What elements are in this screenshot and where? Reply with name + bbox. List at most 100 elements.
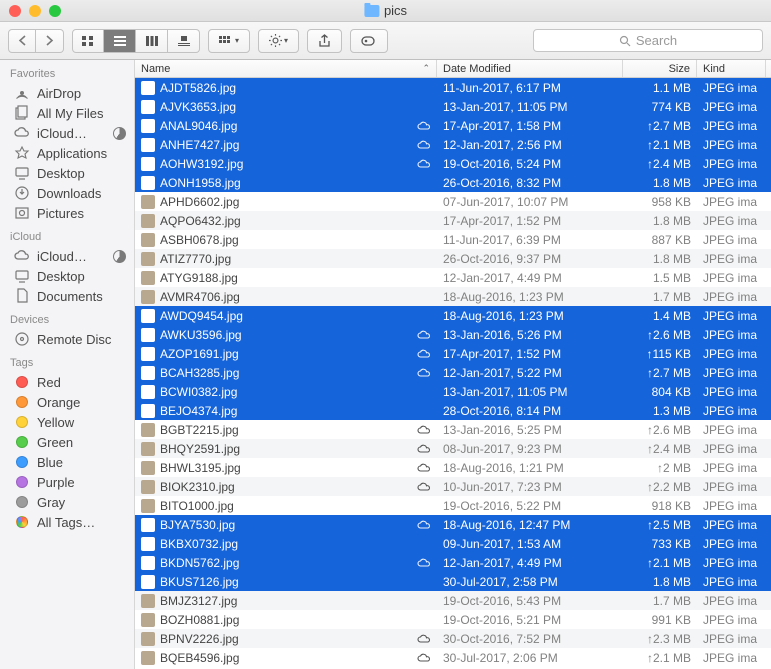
search-field[interactable]: Search — [533, 29, 763, 52]
sidebar-item-label: Blue — [37, 455, 63, 470]
file-row[interactable]: AJVK3653.jpg13-Jan-2017, 11:05 PM774 KBJ… — [135, 97, 771, 116]
sidebar-heading-tags: Tags — [0, 349, 134, 372]
file-row[interactable]: AJDT5826.jpg11-Jun-2017, 6:17 PM1.1 MBJP… — [135, 78, 771, 97]
file-row[interactable]: ATIZ7770.jpg26-Oct-2016, 9:37 PM1.8 MBJP… — [135, 249, 771, 268]
sidebar-item[interactable]: Desktop — [0, 163, 134, 183]
file-date: 12-Jan-2017, 4:49 PM — [437, 271, 623, 285]
file-row[interactable]: BHQY2591.jpg08-Jun-2017, 9:23 PM↑ 2.4 MB… — [135, 439, 771, 458]
icon-view-button[interactable] — [72, 29, 104, 53]
file-row[interactable]: BHWL3195.jpg18-Aug-2016, 1:21 PM↑ 2 MBJP… — [135, 458, 771, 477]
sidebar-item[interactable]: iCloud… — [0, 123, 134, 143]
file-row[interactable]: APHD6602.jpg07-Jun-2017, 10:07 PM958 KBJ… — [135, 192, 771, 211]
file-date: 10-Jun-2017, 7:23 PM — [437, 480, 623, 494]
file-row[interactable]: BOZH0881.jpg19-Oct-2016, 5:21 PM991 KBJP… — [135, 610, 771, 629]
file-size: ↑ 2.2 MB — [623, 480, 697, 494]
file-size: ↑ 2.6 MB — [623, 423, 697, 437]
file-size: 804 KB — [623, 385, 697, 399]
sidebar-item[interactable]: Applications — [0, 143, 134, 163]
file-name: BJYA7530.jpg — [160, 518, 235, 532]
file-row[interactable]: BQEB4596.jpg30-Jul-2017, 2:06 PM↑ 2.1 MB… — [135, 648, 771, 667]
file-size: 991 KB — [623, 613, 697, 627]
sidebar-item[interactable]: AirDrop — [0, 83, 134, 103]
minimize-button[interactable] — [29, 5, 41, 17]
file-row[interactable]: BKUS7126.jpg30-Jul-2017, 2:58 PM1.8 MBJP… — [135, 572, 771, 591]
file-row[interactable]: BJYA7530.jpg18-Aug-2016, 12:47 PM↑ 2.5 M… — [135, 515, 771, 534]
file-kind: JPEG ima — [697, 594, 766, 608]
file-row[interactable]: BCWI0382.jpg13-Jan-2017, 11:05 PM804 KBJ… — [135, 382, 771, 401]
arrange-button[interactable]: ▾ — [208, 29, 250, 53]
column-name[interactable]: Name⌃ — [135, 60, 437, 77]
sidebar-item[interactable]: Pictures — [0, 203, 134, 223]
share-button[interactable] — [307, 29, 342, 53]
sidebar-item[interactable]: Red — [0, 372, 134, 392]
sidebar-item[interactable]: All Tags… — [0, 512, 134, 532]
file-row[interactable]: BKBX0732.jpg09-Jun-2017, 1:53 AM733 KBJP… — [135, 534, 771, 553]
file-thumbnail-icon — [141, 442, 155, 456]
file-name: BMJZ3127.jpg — [160, 594, 237, 608]
tags-button[interactable] — [350, 29, 388, 53]
column-kind[interactable]: Kind — [697, 60, 766, 77]
file-row[interactable]: BEJO4374.jpg28-Oct-2016, 8:14 PM1.3 MBJP… — [135, 401, 771, 420]
file-size: 1.1 MB — [623, 81, 697, 95]
upload-arrow-icon: ↑ — [647, 556, 653, 570]
file-date: 26-Oct-2016, 9:37 PM — [437, 252, 623, 266]
file-row[interactable]: BPNV2226.jpg30-Oct-2016, 7:52 PM↑ 2.3 MB… — [135, 629, 771, 648]
file-kind: JPEG ima — [697, 100, 766, 114]
sidebar-item[interactable]: All My Files — [0, 103, 134, 123]
file-row[interactable]: AQPO6432.jpg17-Apr-2017, 1:52 PM1.8 MBJP… — [135, 211, 771, 230]
file-row[interactable]: BIOK2310.jpg10-Jun-2017, 7:23 PM↑ 2.2 MB… — [135, 477, 771, 496]
back-button[interactable] — [8, 29, 36, 53]
column-size[interactable]: Size — [623, 60, 697, 77]
file-row[interactable]: AOHW3192.jpg19-Oct-2016, 5:24 PM↑ 2.4 MB… — [135, 154, 771, 173]
sidebar-item[interactable]: iCloud… — [0, 246, 134, 266]
file-row[interactable]: AONH1958.jpg26-Oct-2016, 8:32 PM1.8 MBJP… — [135, 173, 771, 192]
column-view-button[interactable] — [136, 29, 168, 53]
file-size: ↑ 2.7 MB — [623, 119, 697, 133]
zoom-button[interactable] — [49, 5, 61, 17]
file-size: 918 KB — [623, 499, 697, 513]
file-row[interactable]: AVMR4706.jpg18-Aug-2016, 1:23 PM1.7 MBJP… — [135, 287, 771, 306]
window-title: pics — [384, 3, 407, 18]
file-row[interactable]: AZOP1691.jpg17-Apr-2017, 1:52 PM↑ 115 KB… — [135, 344, 771, 363]
file-row[interactable]: BGBT2215.jpg13-Jan-2016, 5:25 PM↑ 2.6 MB… — [135, 420, 771, 439]
desktop-icon — [14, 268, 30, 284]
file-name: BKBX0732.jpg — [160, 537, 238, 551]
file-row[interactable]: ATYG9188.jpg12-Jan-2017, 4:49 PM1.5 MBJP… — [135, 268, 771, 287]
file-kind: JPEG ima — [697, 461, 766, 475]
file-row[interactable]: ANAL9046.jpg17-Apr-2017, 1:58 PM↑ 2.7 MB… — [135, 116, 771, 135]
file-date: 07-Jun-2017, 10:07 PM — [437, 195, 623, 209]
file-thumbnail-icon — [141, 214, 155, 228]
sidebar-item[interactable]: Yellow — [0, 412, 134, 432]
file-date: 18-Aug-2016, 1:23 PM — [437, 309, 623, 323]
file-date: 17-Apr-2017, 1:52 PM — [437, 214, 623, 228]
file-row[interactable]: BKDN5762.jpg12-Jan-2017, 4:49 PM↑ 2.1 MB… — [135, 553, 771, 572]
file-row[interactable]: BITO1000.jpg19-Oct-2016, 5:22 PM918 KBJP… — [135, 496, 771, 515]
sidebar-heading-devices: Devices — [0, 306, 134, 329]
sidebar-item[interactable]: Green — [0, 432, 134, 452]
sidebar-item[interactable]: Downloads — [0, 183, 134, 203]
file-row[interactable]: AWDQ9454.jpg18-Aug-2016, 1:23 PM1.4 MBJP… — [135, 306, 771, 325]
sidebar-item[interactable]: Purple — [0, 472, 134, 492]
sidebar-item[interactable]: Documents — [0, 286, 134, 306]
sidebar-item[interactable]: Remote Disc — [0, 329, 134, 349]
file-thumbnail-icon — [141, 594, 155, 608]
coverflow-view-button[interactable] — [168, 29, 200, 53]
file-row[interactable]: BCAH3285.jpg12-Jan-2017, 5:22 PM↑ 2.7 MB… — [135, 363, 771, 382]
action-button[interactable]: ▾ — [258, 29, 299, 53]
folder-icon — [364, 5, 379, 17]
column-date[interactable]: Date Modified — [437, 60, 623, 77]
sidebar-item[interactable]: Desktop — [0, 266, 134, 286]
file-row[interactable]: BMJZ3127.jpg19-Oct-2016, 5:43 PM1.7 MBJP… — [135, 591, 771, 610]
close-button[interactable] — [9, 5, 21, 17]
sidebar-item[interactable]: Blue — [0, 452, 134, 472]
file-row[interactable]: AWKU3596.jpg13-Jan-2016, 5:26 PM↑ 2.6 MB… — [135, 325, 771, 344]
sidebar-item[interactable]: Orange — [0, 392, 134, 412]
cloud-icon — [417, 119, 431, 133]
forward-button[interactable] — [36, 29, 64, 53]
sidebar-item[interactable]: Gray — [0, 492, 134, 512]
cloud-icon — [417, 347, 431, 361]
list-view-button[interactable] — [104, 29, 136, 53]
file-row[interactable]: ASBH0678.jpg11-Jun-2017, 6:39 PM887 KBJP… — [135, 230, 771, 249]
file-date: 12-Jan-2017, 4:49 PM — [437, 556, 623, 570]
file-row[interactable]: ANHE7427.jpg12-Jan-2017, 2:56 PM↑ 2.1 MB… — [135, 135, 771, 154]
